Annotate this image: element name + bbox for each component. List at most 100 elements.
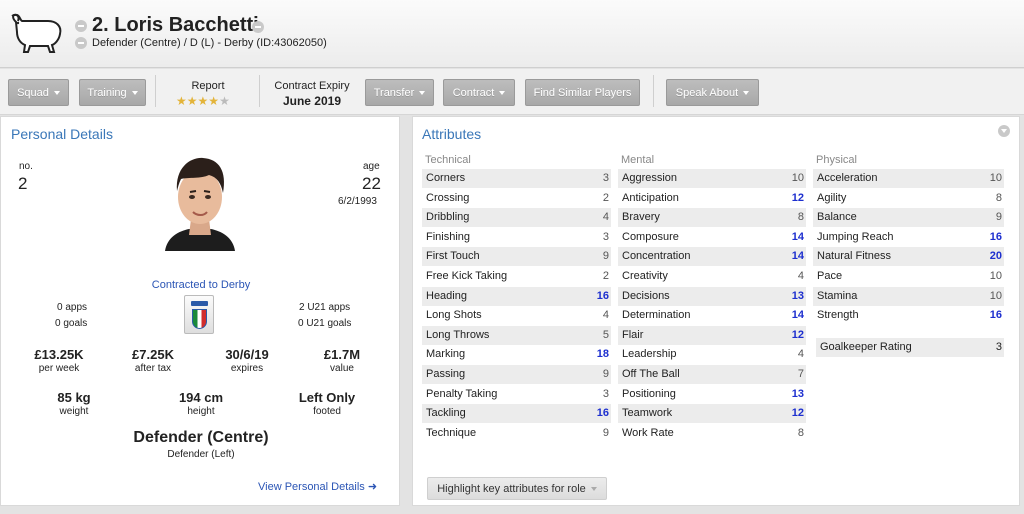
find-similar-players-button[interactable]: Find Similar Players [525,79,640,106]
attribute-row[interactable]: Agility 8 [813,189,1004,208]
attribute-row[interactable]: Technique 9 [422,424,611,443]
attribute-row[interactable]: Pace 10 [813,267,1004,286]
options-toggle-icon[interactable] [75,37,87,49]
training-button[interactable]: Training [79,79,146,106]
attribute-row[interactable]: First Touch 9 [422,247,611,267]
attribute-value: 7 [797,368,804,380]
attribute-row[interactable]: Work Rate 8 [618,424,806,443]
attribute-row[interactable]: Natural Fitness 20 [813,247,1004,267]
attribute-row[interactable]: Concentration 14 [618,247,806,267]
contract-button[interactable]: Contract [443,79,515,106]
attribute-row[interactable]: Anticipation 12 [618,189,806,208]
attribute-row[interactable]: Balance 9 [813,208,1004,228]
attribute-row[interactable]: Determination 14 [618,306,806,325]
nation-flag-icon[interactable] [184,295,214,334]
attribute-row[interactable]: Jumping Reach 16 [813,228,1004,247]
club-crest-icon [11,13,62,53]
attribute-row[interactable]: Finishing 3 [422,228,611,247]
attribute-name: First Touch [426,250,480,263]
attribute-row[interactable]: Penalty Taking 3 [422,385,611,404]
attribute-value: 16 [989,309,1002,322]
transfer-label: Transfer [373,86,415,99]
attribute-row[interactable]: Off The Ball 7 [618,365,806,384]
attribute-value: 3 [602,387,609,400]
attribute-value: 12 [791,191,804,204]
attribute-row[interactable]: Bravery 8 [618,208,806,228]
flag-shield [192,309,207,329]
attribute-name: Dribbling [426,211,470,224]
attribute-row[interactable]: Flair 12 [618,325,806,345]
personal-details-panel: Personal Details no. 2 age 22 6/2/1993 C… [0,116,400,506]
age-label: age [363,161,380,172]
attribute-name: Strength [817,309,859,322]
divider [155,75,156,107]
attribute-row[interactable]: Heading 16 [422,286,611,306]
attribute-value: 3 [995,341,1002,353]
favourite-toggle-icon[interactable] [75,20,87,32]
wage-label: per week [38,363,80,374]
panel-title: Personal Details [11,126,113,142]
toolbar: Squad Training Report ★ ★ ★ ★ ★ Contract Exp… [0,69,1024,115]
report-stars[interactable]: ★ ★ ★ ★ ★ [176,95,230,107]
report-label: Report [191,80,225,92]
attribute-row[interactable]: Composure 14 [618,228,806,247]
attribute-row[interactable]: Creativity 4 [618,267,806,286]
chevron-down-icon [743,91,750,95]
highlight-button-label: Highlight key attributes for role [437,482,586,495]
find-similar-label: Find Similar Players [533,86,632,99]
attribute-row[interactable]: Positioning 13 [618,385,806,404]
attribute-row[interactable]: Leadership 4 [618,345,806,364]
attribute-row[interactable]: Passing 9 [422,365,611,384]
u21-goals-count: 0 U21 goals [298,318,352,329]
speak-about-button[interactable]: Speak About [666,79,759,106]
attribute-row[interactable]: Long Shots 4 [422,306,611,325]
goalkeeper-rating-row[interactable]: Goalkeeper Rating 3 [816,338,1004,357]
contract-expiry-label: Contract Expiry [274,80,350,92]
date-of-birth: 6/2/1993 [338,196,377,207]
attribute-name: Pace [817,270,843,282]
attribute-row[interactable]: Teamwork 12 [618,404,806,424]
attribute-row[interactable]: Corners 3 [422,169,611,188]
star-empty-icon: ★ [219,94,230,108]
attribute-value: 16 [989,230,1002,243]
name-options-icon[interactable] [252,21,264,33]
weight-value: 85 kg [57,390,91,405]
attribute-row[interactable]: Aggression 10 [618,169,806,188]
attribute-row[interactable]: Crossing 2 [422,189,611,208]
attribute-row[interactable]: Free Kick Taking 2 [422,267,611,286]
collapse-panel-icon[interactable] [998,125,1010,137]
panel-title: Attributes [422,126,482,142]
attribute-row[interactable]: Tackling 16 [422,404,611,424]
chevron-down-icon [419,91,426,95]
attribute-row[interactable]: Dribbling 4 [422,208,611,228]
attribute-row[interactable]: Acceleration 10 [813,169,1004,188]
highlight-key-attributes-button[interactable]: Highlight key attributes for role [427,477,607,500]
attribute-row[interactable]: Marking 18 [422,345,611,364]
attribute-row[interactable]: Stamina 10 [813,286,1004,306]
attribute-row[interactable]: Long Throws 5 [422,325,611,345]
mental-header: Mental [621,154,655,166]
player-subtitle: Defender (Centre) / D (L) - Derby (ID:43… [92,37,327,49]
attribute-value: 9 [602,426,609,439]
attribute-name: Jumping Reach [817,230,894,243]
position-sub: Defender (Left) [167,449,235,460]
attribute-row[interactable]: Strength 16 [813,306,1004,325]
u21-apps-count: 2 U21 apps [299,302,351,313]
weight-label: weight [59,406,89,417]
after-tax-label: after tax [134,363,172,374]
after-tax-value: £7.25K [132,347,174,362]
attribute-value: 4 [797,348,804,361]
attribute-value: 14 [791,250,804,263]
attribute-value: 10 [989,172,1002,184]
transfer-button[interactable]: Transfer [365,79,434,106]
attribute-row[interactable]: Decisions 13 [618,286,806,306]
attribute-value: 14 [791,309,804,322]
squad-button[interactable]: Squad [8,79,69,106]
attribute-name: Composure [622,230,679,243]
view-personal-details-link[interactable]: View Personal Details ➜ [258,480,377,493]
attribute-name: Agility [817,191,847,204]
attribute-value: 10 [989,270,1002,282]
contracted-to-link[interactable]: Contracted to Derby [133,279,269,291]
attribute-name: Acceleration [817,172,878,184]
attribute-value: 13 [791,387,804,400]
